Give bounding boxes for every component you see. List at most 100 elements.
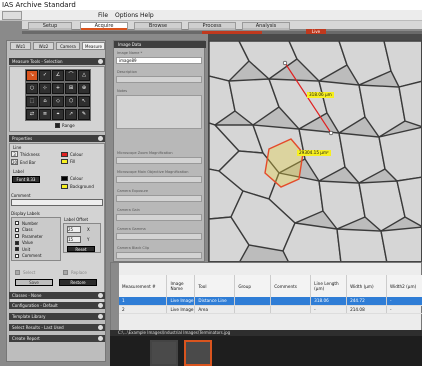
label-background-swatch[interactable] bbox=[61, 184, 68, 189]
collapse-icon[interactable] bbox=[98, 314, 103, 319]
tool-house-icon[interactable]: ⌂ bbox=[39, 96, 51, 107]
comment-input[interactable] bbox=[11, 199, 103, 206]
tool-check-icon[interactable]: ✓ bbox=[39, 70, 51, 81]
tool-angle-icon[interactable]: ∠ bbox=[52, 70, 64, 81]
tab-measure[interactable]: Measure bbox=[82, 42, 105, 50]
column-header[interactable]: Width (µm) bbox=[346, 275, 387, 297]
column-header[interactable]: Comments bbox=[270, 275, 312, 297]
thickness-field[interactable]: 3 bbox=[11, 151, 18, 157]
tool-pencil-icon[interactable]: ✎ bbox=[78, 109, 90, 120]
tool-pointer-icon[interactable]: ↘ bbox=[26, 70, 38, 81]
column-header[interactable]: Line Length (µm) bbox=[310, 275, 348, 297]
column-header[interactable]: Image Name bbox=[166, 275, 196, 297]
collapse-icon[interactable] bbox=[98, 325, 103, 330]
field-label: Camera Gamma bbox=[117, 227, 146, 231]
tab-browse[interactable]: Browse bbox=[134, 22, 182, 30]
font-button[interactable]: Font 8.33 bbox=[12, 176, 40, 183]
label-colour-label: Colour bbox=[70, 176, 83, 181]
ruler-swatch[interactable] bbox=[55, 123, 60, 128]
select-checkbox[interactable] bbox=[15, 270, 20, 275]
reset-button[interactable]: Reset bbox=[67, 246, 95, 252]
menu-help[interactable]: Help bbox=[140, 11, 154, 20]
field-input[interactable] bbox=[116, 95, 202, 129]
tool-circle-icon[interactable]: ○ bbox=[26, 83, 38, 94]
save-button[interactable]: Save bbox=[15, 279, 53, 286]
column-header[interactable]: Measurement # bbox=[119, 275, 168, 297]
field-input[interactable] bbox=[116, 214, 202, 221]
template-library-header[interactable]: Template Library bbox=[9, 313, 105, 320]
line-colour-swatch[interactable] bbox=[61, 152, 68, 157]
image-viewer[interactable]: 318.06 µm 29304.15 µm² bbox=[208, 40, 422, 262]
column-header[interactable]: Group bbox=[234, 275, 272, 297]
menu-file[interactable]: File bbox=[98, 11, 108, 20]
line-colour-label: Colour bbox=[70, 152, 83, 157]
classes-header[interactable]: Classes - None bbox=[9, 292, 105, 299]
tool-hexagon-icon[interactable]: ⬡ bbox=[65, 96, 77, 107]
measure-tools-header[interactable]: Measure Tools - Selection bbox=[9, 58, 105, 65]
offset-y-field[interactable]: 15 bbox=[67, 236, 81, 243]
display-label-comment-checkbox[interactable] bbox=[15, 253, 19, 258]
tool-grid-icon[interactable]: ⊞ bbox=[65, 83, 77, 94]
tool-rectangle-icon[interactable]: ⬚ bbox=[26, 96, 38, 107]
tab-setup[interactable]: Setup bbox=[28, 22, 72, 30]
tab-wiz1[interactable]: Wiz1 bbox=[10, 42, 31, 50]
collapse-icon[interactable] bbox=[98, 336, 103, 341]
label-colour-swatch[interactable] bbox=[61, 176, 68, 181]
collapse-icon[interactable] bbox=[98, 303, 103, 308]
tool-diamond-icon[interactable]: ◇ bbox=[52, 96, 64, 107]
app-menu-button[interactable] bbox=[2, 11, 22, 20]
tab-analysis[interactable]: Analysis bbox=[242, 22, 290, 30]
tool-plus-icon[interactable]: + bbox=[52, 83, 64, 94]
image-data-header[interactable]: Image Data bbox=[114, 41, 206, 48]
column-header[interactable]: Width2 (µm) bbox=[386, 275, 422, 297]
tool-swap-icon[interactable]: ⇄ bbox=[26, 109, 38, 120]
replace-checkbox[interactable] bbox=[63, 270, 68, 275]
area-label[interactable]: 29304.15 µm² bbox=[297, 150, 331, 156]
field-input[interactable] bbox=[116, 233, 202, 240]
tab-acquire[interactable]: Acquire bbox=[80, 22, 128, 30]
offset-x-field[interactable]: 25 bbox=[67, 226, 81, 233]
collapse-icon[interactable] bbox=[98, 293, 103, 298]
collapse-icon[interactable] bbox=[98, 59, 103, 64]
display-label-number-checkbox[interactable] bbox=[15, 221, 19, 225]
tool-crosshair-icon[interactable]: ⌖ bbox=[52, 109, 64, 120]
display-label-class-checkbox[interactable] bbox=[15, 227, 19, 232]
table-row[interactable]: 2 Live Image Area -214.08- bbox=[119, 305, 422, 314]
display-labels-title: Display Labels bbox=[11, 211, 40, 216]
restore-button[interactable]: Restore bbox=[59, 279, 97, 286]
tool-lines-icon[interactable]: ≡ bbox=[39, 109, 51, 120]
column-header[interactable]: Tool bbox=[194, 275, 236, 297]
tab-wiz2[interactable]: Wiz2 bbox=[33, 42, 54, 50]
collapse-icon[interactable] bbox=[98, 136, 103, 141]
tool-arc-icon[interactable]: ⌒ bbox=[65, 70, 77, 81]
display-label-value-checkbox[interactable] bbox=[15, 240, 19, 245]
measure-line-label[interactable]: 318.06 µm bbox=[307, 92, 334, 98]
endbar-field[interactable]: 20 bbox=[11, 159, 18, 165]
thumbnail-strip bbox=[110, 336, 422, 366]
field-input[interactable] bbox=[116, 157, 202, 164]
properties-header[interactable]: Properties bbox=[9, 135, 105, 142]
field-input[interactable] bbox=[116, 252, 202, 259]
field-label: Image Name * bbox=[117, 51, 143, 55]
field-input[interactable] bbox=[116, 176, 202, 183]
field-input[interactable] bbox=[116, 195, 202, 202]
field-input[interactable]: image89 bbox=[116, 57, 202, 64]
tool-target-icon[interactable]: ⊕ bbox=[78, 83, 90, 94]
menu-options[interactable]: Options bbox=[115, 11, 138, 20]
create-report-header[interactable]: Create Report bbox=[9, 335, 105, 342]
thumbnail-2[interactable] bbox=[184, 340, 212, 366]
tool-triangle-icon[interactable]: △ bbox=[78, 70, 90, 81]
thumbnail-1[interactable] bbox=[150, 340, 178, 366]
field-input[interactable] bbox=[116, 76, 202, 83]
table-row[interactable]: 1 Live Image Distance Line 318.06 244.72- bbox=[119, 297, 422, 306]
tool-cross-icon[interactable]: ⊹ bbox=[39, 83, 51, 94]
configuration-header[interactable]: Configuration - Default bbox=[9, 302, 105, 309]
display-label-unit-checkbox[interactable] bbox=[15, 247, 19, 251]
display-label-parameter-checkbox[interactable] bbox=[15, 234, 19, 238]
select-results-header[interactable]: Select Results - Last Used bbox=[9, 324, 105, 331]
fill-colour-swatch[interactable] bbox=[61, 159, 68, 164]
tab-process[interactable]: Process bbox=[188, 22, 236, 30]
tab-camera[interactable]: Camera bbox=[56, 42, 80, 50]
tool-arrow-left-icon[interactable]: ↖ bbox=[78, 96, 90, 107]
tool-arrow-right-icon[interactable]: ↗ bbox=[65, 109, 77, 120]
